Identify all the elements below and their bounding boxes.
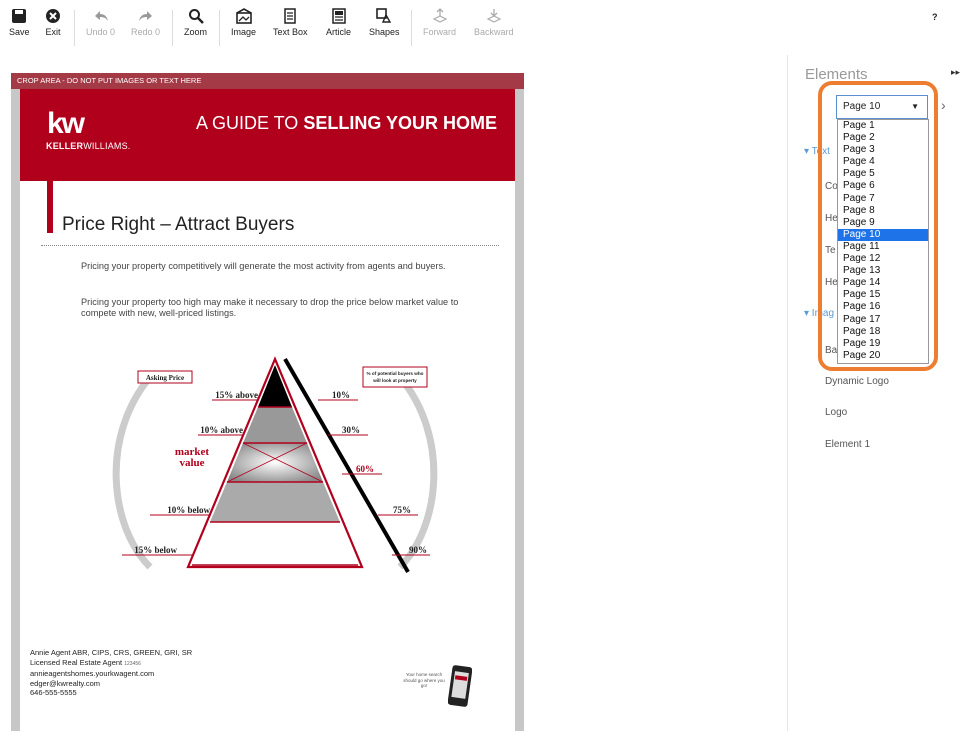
article-label: Article <box>326 27 352 37</box>
section-title[interactable]: Price Right – Attract Buyers <box>62 214 294 236</box>
agent-name: Annie Agent ABR, CIPS, CRS, GREEN, GRI, … <box>30 648 193 657</box>
redo-icon <box>138 11 152 21</box>
undo-button[interactable]: Undo 0 <box>86 8 115 37</box>
image-label: Image <box>231 27 257 37</box>
shapes-icon <box>376 8 392 23</box>
pricing-pyramid-graphic[interactable]: Asking Price % of potential buyers who w… <box>110 337 440 592</box>
element-item[interactable]: Logo <box>825 407 847 418</box>
element-item[interactable]: Dynamic Logo <box>825 376 889 387</box>
left-arc <box>112 374 153 570</box>
header-title[interactable]: A GUIDE TO SELLING YOUR HOME <box>196 113 497 134</box>
redo-label: Redo 0 <box>131 27 161 37</box>
agent-license-number: 123456 <box>124 660 141 667</box>
brand-name: KELLERWILLIAMS. <box>46 141 131 151</box>
save-label: Save <box>9 27 30 37</box>
save-icon <box>12 9 27 23</box>
toolbar-separator <box>172 10 173 46</box>
text-box-icon <box>284 8 296 24</box>
close-icon <box>46 9 60 23</box>
article-button[interactable]: Article <box>326 8 351 37</box>
toolbar: Save Exit Undo 0 Redo 0 Zoom Image Text … <box>0 0 966 54</box>
row-right-label: 75% <box>393 505 411 515</box>
tier-base <box>192 522 358 565</box>
dotted-divider <box>41 245 499 246</box>
paragraph-1[interactable]: Pricing your property competitively will… <box>81 261 461 272</box>
agent-phone: 646-555-5555 <box>30 688 77 698</box>
exit-label: Exit <box>45 27 61 37</box>
brand-name-rest: WILLIAMS. <box>83 141 131 151</box>
paragraph-2[interactable]: Pricing your property too high may make … <box>81 297 461 319</box>
save-button[interactable]: Save <box>9 8 30 37</box>
exit-button[interactable]: Exit <box>45 8 61 37</box>
tier-market <box>227 443 323 482</box>
asking-price-label: Asking Price <box>146 374 184 382</box>
undo-label: Undo 0 <box>86 27 116 37</box>
tier-4 <box>210 482 340 522</box>
send-backward-icon <box>486 9 502 23</box>
row-left-label: 10% below <box>167 505 210 515</box>
forward-label: Forward <box>423 27 457 37</box>
row-left-label: 15% above <box>215 390 258 400</box>
kw-logo: kw <box>47 107 85 140</box>
shapes-button[interactable]: Shapes <box>369 8 400 37</box>
row-right-label: 30% <box>342 425 360 435</box>
image-icon <box>235 8 252 24</box>
header-title-a: A GUIDE TO <box>195 113 304 133</box>
header-title-b: SELLING YOUR HOME <box>303 113 497 133</box>
toolbar-separator <box>411 10 412 46</box>
help-button[interactable]: ? <box>932 12 938 22</box>
accent-bar <box>47 181 53 233</box>
row-right-label: 60% <box>356 464 374 474</box>
toolbar-separator <box>219 10 220 46</box>
brand-name-bold: KELLER <box>46 141 84 151</box>
buyers-label-2: will look at property <box>372 378 417 383</box>
phone-tagline: Your home search should go where you go! <box>403 672 445 688</box>
highlight-annotation <box>818 81 938 371</box>
forward-button[interactable]: Forward <box>423 8 456 37</box>
undo-icon <box>94 11 108 21</box>
text-box-label: Text Box <box>273 27 308 37</box>
zoom-button[interactable]: Zoom <box>184 8 207 37</box>
header-banner[interactable]: kw KELLERWILLIAMS. A GUIDE TO SELLING YO… <box>20 89 515 181</box>
row-left-label: 15% below <box>134 545 177 555</box>
redo-button[interactable]: Redo 0 <box>131 8 160 37</box>
shapes-label: Shapes <box>369 27 400 37</box>
editor-canvas: CROP AREA - DO NOT PUT IMAGES OR TEXT HE… <box>0 55 788 731</box>
agent-license-text: Licensed Real Estate Agent <box>30 657 123 667</box>
next-page-button[interactable]: › <box>941 97 946 113</box>
row-right-label: 90% <box>409 545 427 555</box>
row-left-label: 10% above <box>200 425 243 435</box>
agent-info[interactable]: Annie Agent ABR, CIPS, CRS, GREEN, GRI, … <box>30 648 192 698</box>
agent-license: Licensed Real Estate Agent 123456 <box>30 658 192 670</box>
image-button[interactable]: Image <box>231 8 256 37</box>
document-page[interactable]: kw KELLERWILLIAMS. A GUIDE TO SELLING YO… <box>20 89 515 731</box>
page-bleed-area: CROP AREA - DO NOT PUT IMAGES OR TEXT HE… <box>11 73 524 731</box>
collapse-panel-icon[interactable]: ▸▸ <box>951 67 960 78</box>
market-value-label-2: value <box>179 457 204 469</box>
agent-website: annieagentshomes.yourkwagent.com <box>30 669 155 679</box>
toolbar-separator <box>74 10 75 46</box>
magnifier-icon <box>188 9 204 24</box>
crop-area-note: CROP AREA - DO NOT PUT IMAGES OR TEXT HE… <box>11 73 524 89</box>
backward-button[interactable]: Backward <box>474 8 514 37</box>
backward-label: Backward <box>474 27 514 37</box>
buyers-label-1: % of potential buyers who <box>367 371 424 376</box>
agent-email: edger@kwrealty.com <box>30 678 100 688</box>
article-icon <box>331 8 346 24</box>
bring-forward-icon <box>432 8 447 23</box>
row-right-label: 10% <box>332 390 350 400</box>
element-item[interactable]: Element 1 <box>825 439 870 450</box>
buyers-box <box>362 366 428 388</box>
smartphone-icon[interactable] <box>448 664 472 708</box>
text-box-button[interactable]: Text Box <box>273 8 308 37</box>
right-arc <box>397 374 438 570</box>
zoom-label: Zoom <box>184 27 208 37</box>
